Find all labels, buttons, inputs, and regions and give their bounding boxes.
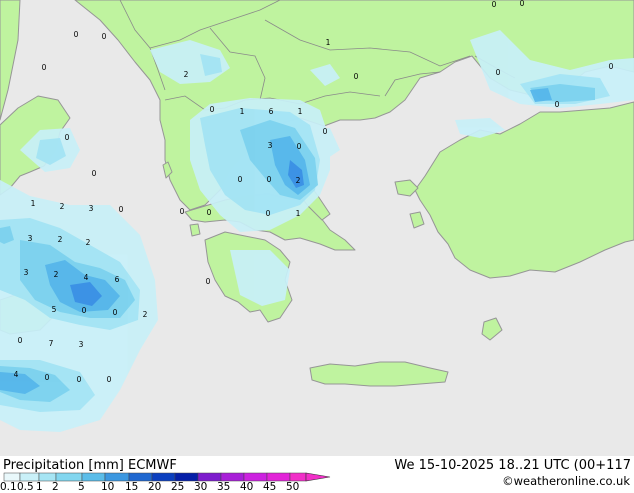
map-value-label: 0 bbox=[113, 308, 118, 317]
map-value-label: 5 bbox=[52, 305, 57, 314]
map-value-label: 0 bbox=[92, 169, 97, 178]
map-value-label: 0 bbox=[609, 62, 614, 71]
map-value-label: 0 bbox=[496, 68, 501, 77]
map-value-label: 0 bbox=[119, 205, 124, 214]
map-value-label: 3 bbox=[24, 268, 29, 277]
colorbar-boxes bbox=[3, 472, 307, 482]
colorbar-tick-label: 2 bbox=[52, 481, 59, 493]
colorbar-box bbox=[174, 472, 199, 482]
map-value-label: 0 bbox=[82, 306, 87, 315]
chart-title: Precipitation [mm] ECMWF bbox=[3, 458, 177, 473]
credit-link[interactable]: ©weatheronline.co.uk bbox=[502, 474, 630, 488]
colorbar-tick-label: 5 bbox=[78, 481, 85, 493]
map-value-label: 0 bbox=[65, 133, 70, 142]
colorbar-box bbox=[104, 472, 130, 482]
colorbar-tick-label: 0.1 bbox=[0, 481, 17, 493]
map-value-label: 0 bbox=[180, 207, 185, 216]
colorbar-tick-label: 40 bbox=[240, 481, 254, 493]
colorbar-tick-label: 25 bbox=[171, 481, 185, 493]
colorbar-tick-label: 0.5 bbox=[17, 481, 34, 493]
map-value-label: 0 bbox=[555, 100, 560, 109]
precipitation-map: 0 0 0 0 1 0 2 0 0 0 0 0 1 6 1 0 0 3 0 0 0 0 2 1 2 3 0 0 0 0 1 3 2 2 3 2 4 6 5 0… bbox=[0, 0, 634, 456]
map-value-label: 2 bbox=[60, 202, 65, 211]
map-value-label: 3 bbox=[28, 234, 33, 243]
colorbar-box bbox=[3, 472, 21, 482]
map-value-label: 0 bbox=[323, 127, 328, 136]
map-value-label: 0 bbox=[42, 63, 47, 72]
map-value-label: 0 bbox=[297, 142, 302, 151]
colorbar-box bbox=[266, 472, 291, 482]
map-value-label: 1 bbox=[296, 209, 301, 218]
colorbar-tick-label: 10 bbox=[101, 481, 115, 493]
colorbar-box bbox=[243, 472, 268, 482]
map-value-label: 0 bbox=[77, 375, 82, 384]
colorbar-box bbox=[197, 472, 222, 482]
colorbar-tick-label: 50 bbox=[286, 481, 300, 493]
colorbar-box bbox=[128, 472, 153, 482]
map-value-label: 0 bbox=[18, 336, 23, 345]
map-value-label: 3 bbox=[79, 340, 84, 349]
map-value-label: 0 bbox=[266, 209, 271, 218]
colorbar-box bbox=[19, 472, 40, 482]
map-value-label: 3 bbox=[89, 204, 94, 213]
map-value-label: 0 bbox=[107, 375, 112, 384]
map-value-label: 1 bbox=[240, 107, 245, 116]
map-value-label: 4 bbox=[14, 370, 19, 379]
map-value-label: 0 bbox=[210, 105, 215, 114]
colorbar-tick-label: 35 bbox=[217, 481, 231, 493]
colorbar-box bbox=[81, 472, 106, 482]
colorbar-tick-label: 15 bbox=[125, 481, 139, 493]
map-value-label: 1 bbox=[31, 199, 36, 208]
land-kefalonia bbox=[189, 223, 201, 237]
map-value-label: 0 bbox=[45, 373, 50, 382]
map-value-label: 2 bbox=[184, 70, 189, 79]
colorbar-box bbox=[220, 472, 245, 482]
map-value-label: 0 bbox=[354, 72, 359, 81]
colorbar-tick-label: 1 bbox=[36, 481, 43, 493]
map-value-label: 2 bbox=[58, 235, 63, 244]
colorbar-arrow bbox=[305, 472, 331, 482]
map-value-label: 0 bbox=[102, 32, 107, 41]
colorbar-box bbox=[289, 472, 307, 482]
map-value-label: 6 bbox=[269, 107, 274, 116]
map-value-label: 2 bbox=[143, 310, 148, 319]
map-value-label: 0 bbox=[520, 0, 525, 8]
map-value-label: 0 bbox=[492, 0, 497, 9]
colorbar-tick-label: 20 bbox=[148, 481, 162, 493]
map-value-label: 0 bbox=[74, 30, 79, 39]
map-value-label: 0 bbox=[267, 175, 272, 184]
map-value-label: 0 bbox=[238, 175, 243, 184]
colorbar-box bbox=[151, 472, 176, 482]
map-value-label: 1 bbox=[326, 38, 331, 47]
map-value-label: 0 bbox=[207, 208, 212, 217]
colorbar-box bbox=[55, 472, 83, 482]
colorbar-tick-label: 45 bbox=[263, 481, 277, 493]
map-value-label: 4 bbox=[84, 273, 89, 282]
map-value-label: 7 bbox=[49, 339, 54, 348]
colorbar-tick-label: 30 bbox=[194, 481, 208, 493]
map-value-label: 6 bbox=[115, 275, 120, 284]
map-value-label: 0 bbox=[206, 277, 211, 286]
colorbar-box bbox=[38, 472, 57, 482]
valid-time: We 15-10-2025 18..21 UTC (00+117 bbox=[394, 458, 631, 473]
map-value-label: 3 bbox=[268, 141, 273, 150]
map-value-label: 2 bbox=[296, 176, 301, 185]
map-value-label: 2 bbox=[54, 270, 59, 279]
map-value-label: 2 bbox=[86, 238, 91, 247]
map-value-label: 1 bbox=[298, 107, 303, 116]
